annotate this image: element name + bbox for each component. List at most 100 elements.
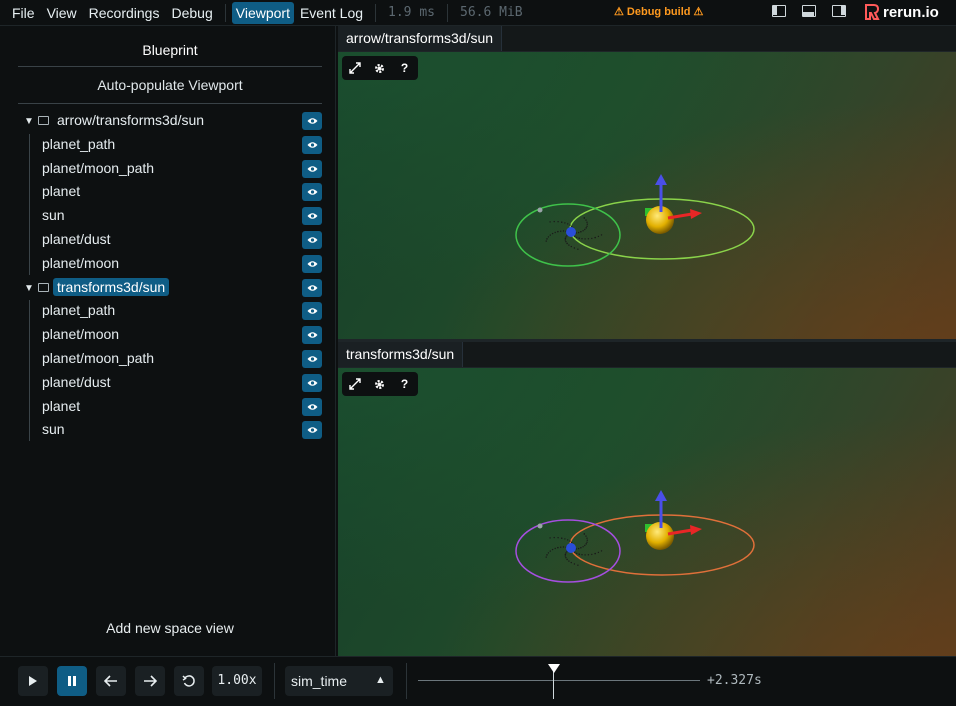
dust-point	[586, 537, 588, 539]
eye-icon[interactable]	[302, 302, 322, 320]
toggle-right-panel-icon[interactable]	[832, 5, 846, 17]
toggle-bottom-panel-icon[interactable]	[802, 5, 816, 17]
tree-group-row[interactable]: ▼ arrow/transforms3d/sun	[0, 110, 336, 132]
tree-entity-label[interactable]: planet/dust	[42, 374, 111, 390]
eye-icon[interactable]	[302, 183, 322, 201]
tree-entity-label[interactable]: planet/moon_path	[42, 160, 154, 176]
tree-entity-label[interactable]: planet_path	[42, 136, 115, 152]
tree-entity-label[interactable]: planet	[42, 398, 80, 414]
gear-icon[interactable]	[367, 56, 392, 80]
dust-point	[581, 554, 583, 556]
3d-scene	[515, 174, 755, 267]
expand-icon[interactable]	[342, 56, 367, 80]
tree-group-row[interactable]: ▼ transforms3d/sun	[0, 277, 336, 299]
dust-point	[557, 547, 559, 549]
tree-group-label[interactable]: transforms3d/sun	[53, 278, 170, 296]
tree-entity-row[interactable]: planet	[0, 181, 336, 203]
dust-point	[551, 232, 554, 235]
play-icon	[29, 676, 37, 686]
add-space-view-button[interactable]: Add new space view	[0, 620, 340, 636]
menu-view[interactable]: View	[41, 2, 83, 24]
dust-point	[586, 221, 588, 223]
menu-recordings[interactable]: Recordings	[83, 2, 166, 24]
3d-viewport[interactable]: ?	[338, 52, 956, 339]
eye-icon[interactable]	[302, 421, 322, 439]
view-tab[interactable]: arrow/transforms3d/sun	[338, 26, 503, 51]
tree-entity-row[interactable]: planet	[0, 396, 336, 418]
dust-point	[578, 553, 580, 555]
time-track[interactable]	[418, 680, 700, 681]
dust-point	[582, 230, 584, 232]
auto-populate-button[interactable]: Auto-populate Viewport	[0, 77, 340, 93]
tree-entity-label[interactable]: sun	[42, 421, 65, 437]
view-tab[interactable]: transforms3d/sun	[338, 342, 464, 367]
eye-icon[interactable]	[302, 374, 322, 392]
tree-entity-row[interactable]: planet/dust	[0, 229, 336, 251]
dust-point	[574, 551, 576, 553]
dust-point	[565, 552, 567, 554]
tree-entity-row[interactable]: planet_path	[0, 134, 336, 156]
toggle-left-panel-icon[interactable]	[772, 5, 786, 17]
tree-entity-row[interactable]: planet/moon	[0, 253, 336, 275]
tree-entity-row[interactable]: sun	[0, 419, 336, 441]
planet-sphere	[566, 227, 576, 237]
tree-entity-label[interactable]: sun	[42, 207, 65, 223]
eye-icon[interactable]	[302, 112, 322, 130]
tree-entity-row[interactable]: planet/moon_path	[0, 348, 336, 370]
tree-entity-label[interactable]: planet_path	[42, 302, 115, 318]
playhead-handle[interactable]	[548, 664, 560, 673]
loop-icon	[182, 674, 195, 687]
rerun-logo[interactable]: rerun.io	[864, 3, 939, 21]
eye-icon[interactable]	[302, 207, 322, 225]
eye-icon[interactable]	[302, 160, 322, 178]
tree-entity-row[interactable]: sun	[0, 205, 336, 227]
dust-point	[580, 231, 582, 233]
step-forward-button[interactable]	[135, 666, 165, 696]
3d-viewport[interactable]: ?	[338, 368, 956, 656]
eye-icon[interactable]	[302, 279, 322, 297]
caret-down-icon[interactable]: ▼	[24, 283, 34, 294]
eye-icon[interactable]	[302, 326, 322, 344]
playback-speed[interactable]: 1.00x	[212, 666, 262, 696]
viewport-tab-button[interactable]: Viewport	[231, 1, 294, 24]
dust-point	[570, 245, 572, 248]
eye-icon[interactable]	[302, 231, 322, 249]
gear-icon[interactable]	[367, 372, 392, 396]
step-back-button[interactable]	[96, 666, 126, 696]
expand-icon[interactable]	[342, 372, 367, 396]
tree-entity-row[interactable]: planet/moon	[0, 324, 336, 346]
dust-point	[573, 247, 576, 249]
loop-button[interactable]	[174, 666, 204, 696]
dust-point	[564, 538, 566, 540]
tree-entity-label[interactable]: planet/dust	[42, 231, 111, 247]
eye-icon[interactable]	[302, 255, 322, 273]
menu-file[interactable]: File	[6, 2, 41, 24]
dust-point	[560, 546, 562, 548]
eye-icon[interactable]	[302, 350, 322, 368]
dust-point	[577, 248, 579, 250]
tree-entity-label[interactable]: planet/moon	[42, 326, 119, 342]
help-icon[interactable]: ?	[392, 372, 417, 396]
dust-point	[583, 533, 585, 535]
tree-entity-row[interactable]: planet/dust	[0, 372, 336, 394]
frame-time: 1.9 ms	[388, 5, 435, 20]
play-button[interactable]	[18, 666, 48, 696]
blueprint-panel: Blueprint Auto-populate Viewport ▼ arrow/…	[0, 26, 336, 656]
dust-point	[577, 564, 579, 566]
tree-entity-label[interactable]: planet	[42, 183, 80, 199]
tree-entity-row[interactable]: planet/moon_path	[0, 158, 336, 180]
pause-icon	[68, 676, 76, 686]
timeline-selector[interactable]: sim_time ▲	[285, 666, 393, 696]
caret-down-icon[interactable]: ▼	[24, 116, 34, 127]
menu-debug[interactable]: Debug	[165, 2, 218, 24]
event-log-tab-button[interactable]: Event Log	[294, 2, 369, 24]
dust-point	[585, 543, 587, 545]
tree-entity-label[interactable]: planet/moon_path	[42, 350, 154, 366]
eye-icon[interactable]	[302, 136, 322, 154]
tree-group-label[interactable]: arrow/transforms3d/sun	[57, 112, 204, 128]
tree-entity-label[interactable]: planet/moon	[42, 255, 119, 271]
help-icon[interactable]: ?	[392, 56, 417, 80]
pause-button[interactable]	[57, 666, 87, 696]
tree-entity-row[interactable]: planet_path	[0, 300, 336, 322]
eye-icon[interactable]	[302, 398, 322, 416]
